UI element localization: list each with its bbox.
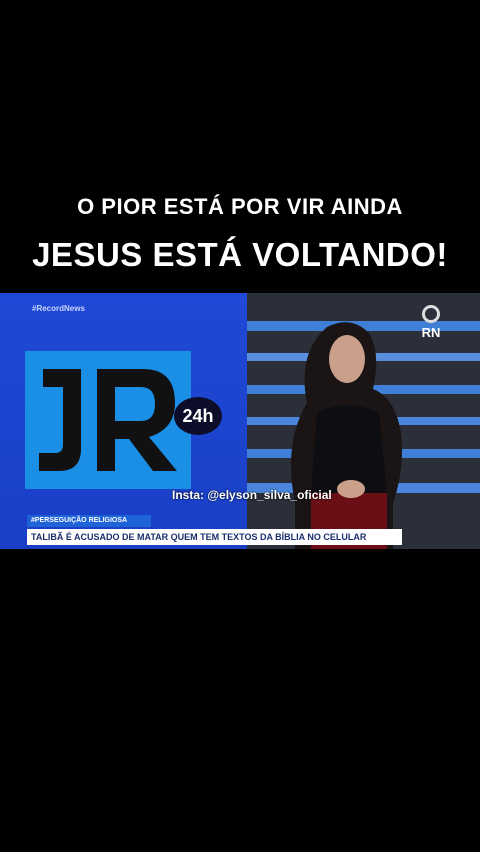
- channel-tag: #RecordNews: [32, 304, 85, 313]
- jr-logo: [25, 351, 191, 489]
- studio-screen: #RecordNews 24h: [0, 293, 247, 549]
- studio-background: RN: [247, 293, 480, 549]
- rn-logo-text: RN: [421, 325, 441, 340]
- jr-logo-icon: [25, 351, 191, 489]
- 24h-badge: 24h: [174, 397, 222, 435]
- rn-logo: RN: [416, 305, 446, 340]
- rn-ring-icon: [422, 305, 440, 323]
- lower-third-headline: TALIBÃ É ACUSADO DE MATAR QUEM TEM TEXTO…: [27, 529, 402, 545]
- video-frame[interactable]: #RecordNews 24h RN Insta: @elyson_silva_…: [0, 293, 480, 549]
- caption-line-1: O PIOR ESTÁ POR VIR AINDA: [77, 194, 403, 219]
- lower-third-tag: #PERSEGUIÇÃO RELIGIOSA: [27, 515, 151, 527]
- instagram-watermark: Insta: @elyson_silva_oficial: [172, 488, 332, 502]
- caption-line-2: JESUS ESTÁ VOLTANDO!: [32, 236, 448, 273]
